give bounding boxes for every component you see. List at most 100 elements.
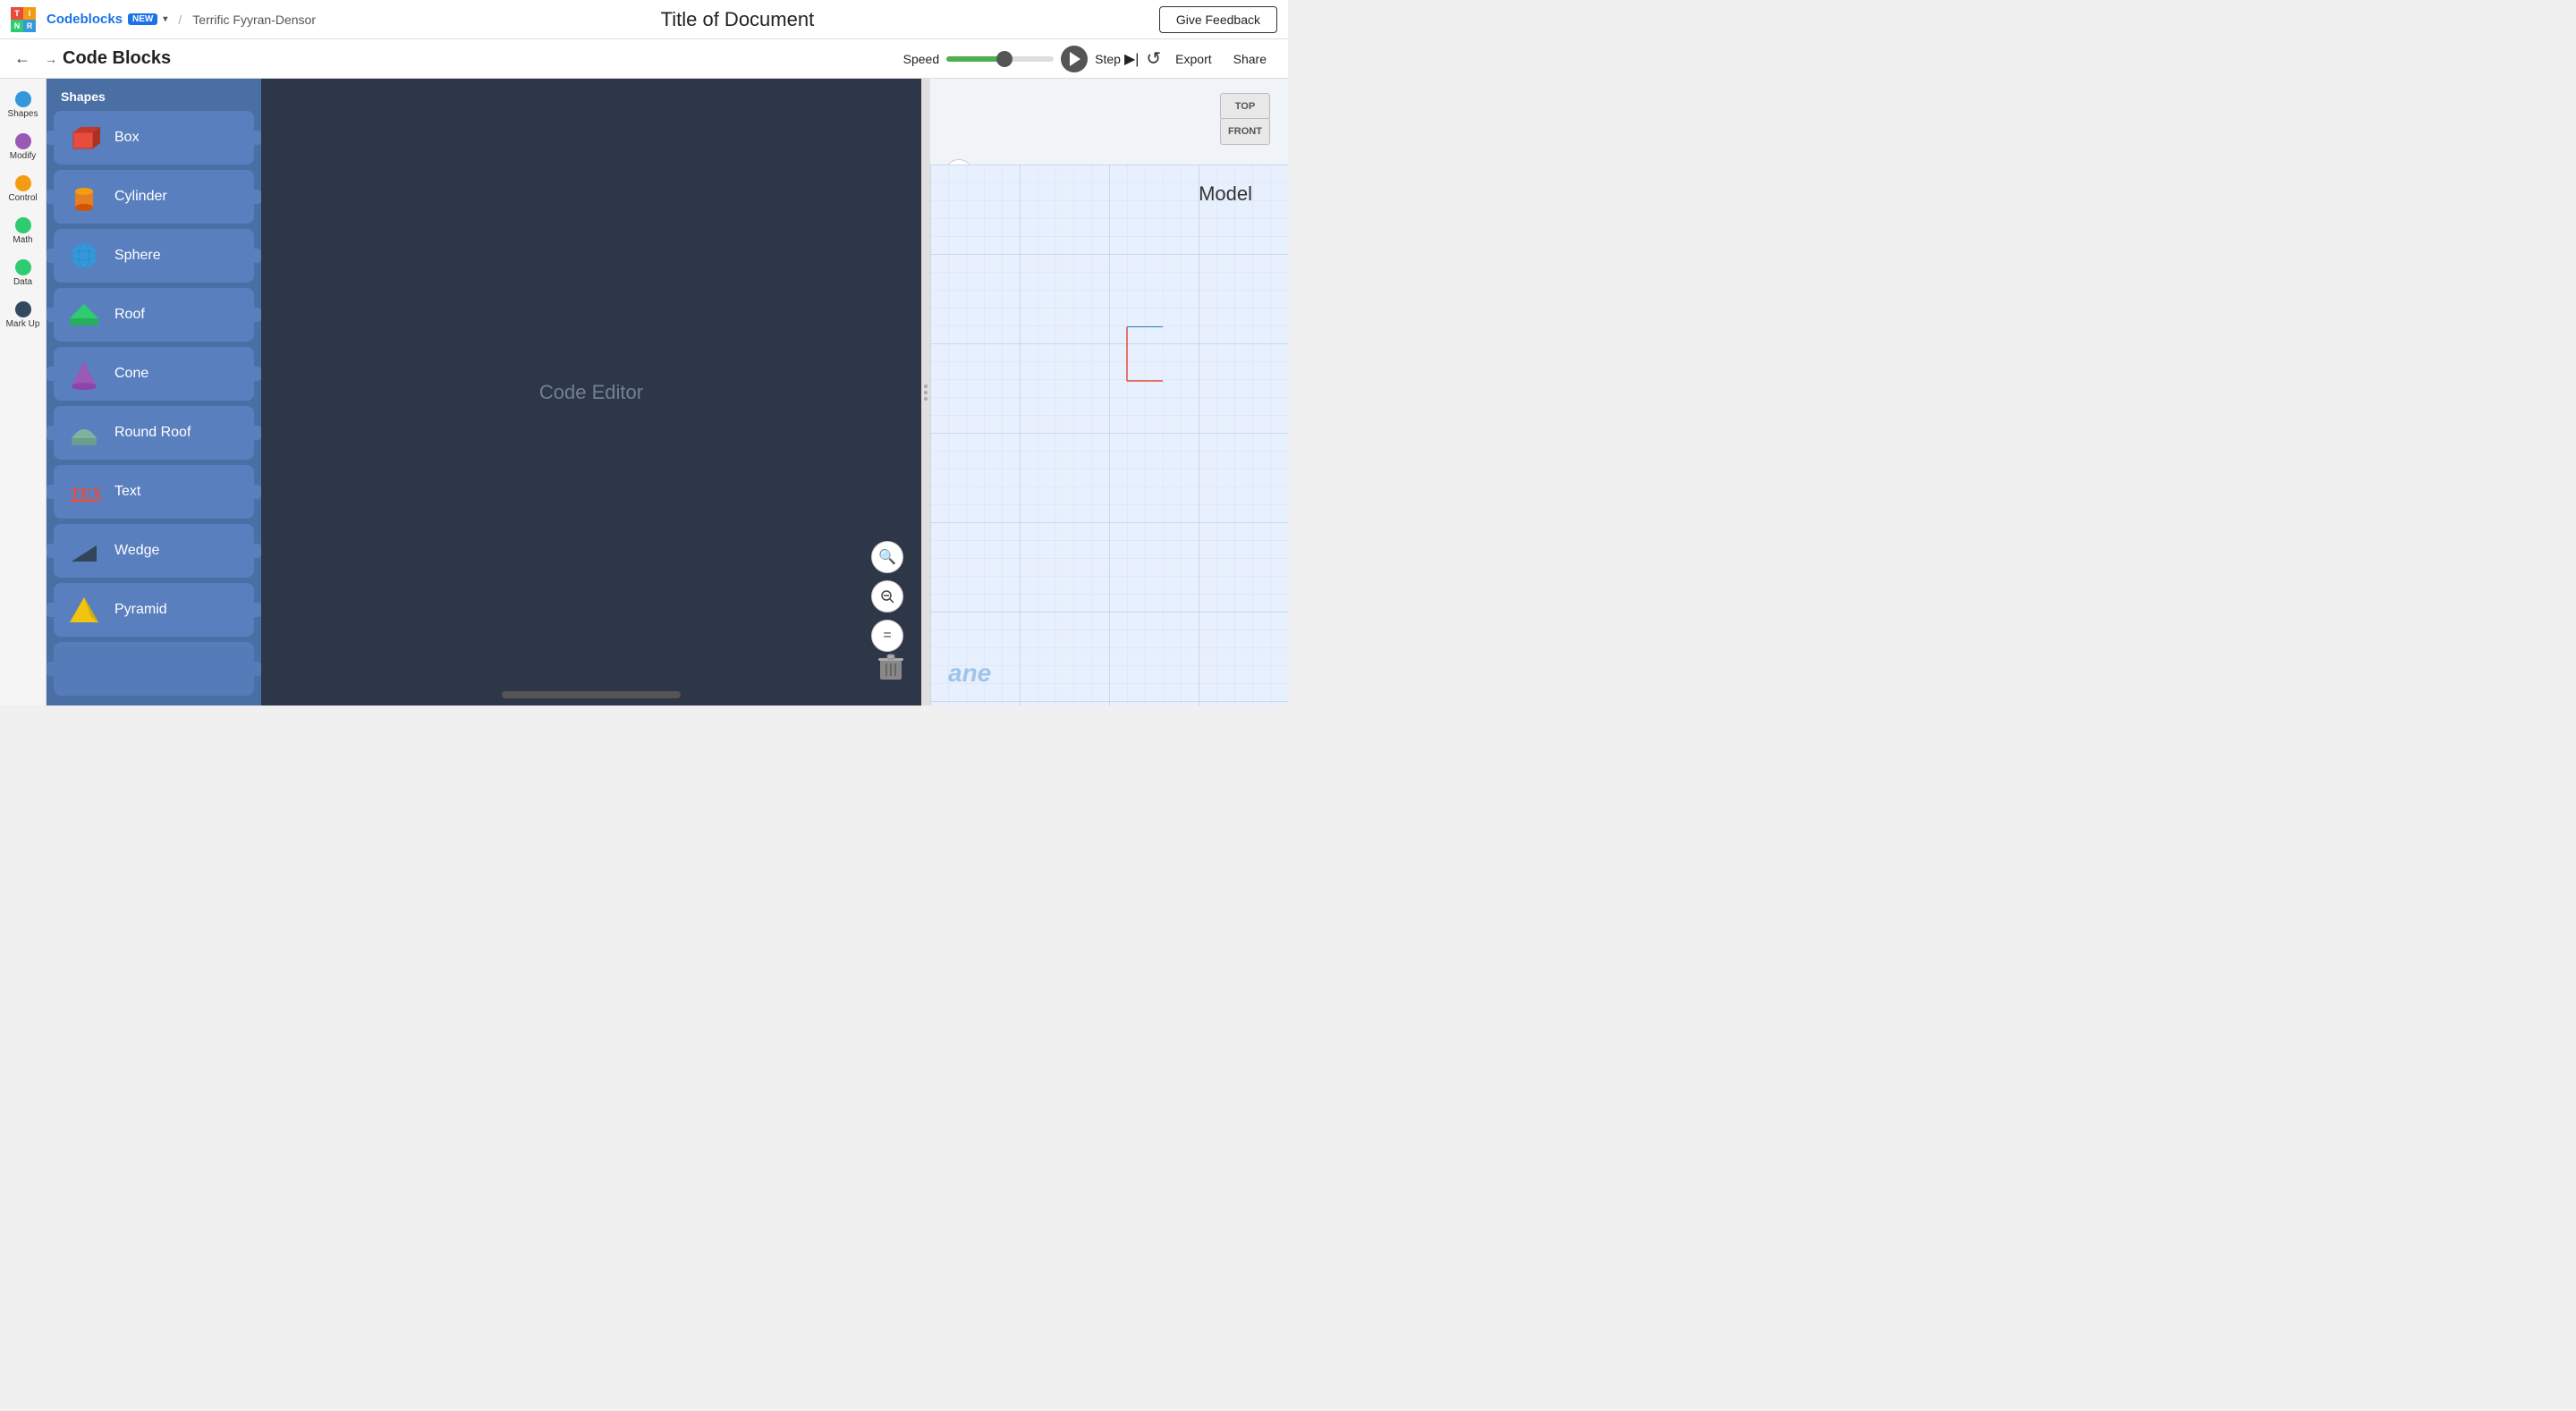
shapes-label: Shapes (8, 109, 38, 119)
extra-icon (64, 649, 104, 689)
title-text: Code Blocks (63, 48, 171, 69)
text-label: Text (114, 484, 140, 500)
project-name[interactable]: Terrific Fyyran-Densor (192, 13, 316, 27)
box-label: Box (114, 130, 140, 146)
shape-button-extra[interactable] (54, 642, 254, 696)
sidebar-item-data[interactable]: Data (2, 254, 45, 292)
markup-dot (15, 301, 31, 317)
modify-label: Modify (10, 151, 36, 161)
document-title[interactable]: Title of Document (326, 8, 1148, 31)
step-label: Step (1095, 52, 1121, 66)
view-label: ane (948, 659, 991, 688)
share-button[interactable]: Share (1226, 48, 1274, 70)
control-label: Control (8, 193, 37, 203)
give-feedback-button[interactable]: Give Feedback (1159, 6, 1277, 33)
codeblocks-label: Codeblocks (47, 12, 123, 27)
view-cube-top-face[interactable]: TOP (1220, 93, 1270, 120)
export-button[interactable]: Export (1168, 48, 1218, 70)
back-button[interactable]: ← (14, 49, 30, 68)
breadcrumb-separator: / (178, 13, 182, 27)
view-cube[interactable]: TOP FRONT (1209, 86, 1281, 157)
step-icon: ▶| (1124, 50, 1139, 68)
sidebar-item-math[interactable]: Math (2, 212, 45, 250)
logo-r: R (23, 20, 36, 32)
sidebar-item-control[interactable]: Control (2, 170, 45, 208)
play-icon (1070, 52, 1080, 66)
data-label: Data (13, 277, 32, 287)
shapes-header: Shapes (54, 86, 254, 111)
sidebar-item-modify[interactable]: Modify (2, 128, 45, 166)
editor-zoom-controls: 🔍 = (871, 541, 903, 652)
shape-button-cone[interactable]: Cone (54, 347, 254, 401)
shape-button-round-roof[interactable]: Round Roof (54, 406, 254, 460)
speed-section: Speed Step ▶| ↺ Export Share (903, 46, 1274, 72)
markup-label: Mark Up (6, 319, 40, 329)
trash-icon (878, 653, 903, 681)
3d-viewport: TOP FRONT + − ⌂ (930, 79, 1288, 706)
shape-button-cylinder[interactable]: Cylinder (54, 170, 254, 224)
editor-fit-button[interactable]: = (871, 620, 903, 652)
data-dot (15, 259, 31, 275)
shape-button-box[interactable]: Box (54, 111, 254, 165)
viewport-top-controls: TOP FRONT (930, 79, 1288, 165)
shape-button-roof[interactable]: Roof (54, 288, 254, 342)
sidebar-item-markup[interactable]: Mark Up (2, 296, 45, 334)
editor-zoom-out-button[interactable] (871, 580, 903, 613)
sphere-icon (64, 236, 104, 275)
editor-zoom-in-button[interactable]: 🔍 (871, 541, 903, 573)
toolbar: ← → Code Blocks Speed Step ▶| ↺ Export S… (0, 39, 1288, 79)
code-editor-area[interactable]: Code Editor 🔍 = (261, 79, 921, 706)
shape-button-text[interactable]: TEXT Text (54, 465, 254, 519)
cone-label: Cone (114, 366, 148, 382)
new-badge: NEW (128, 13, 157, 25)
modify-dot (15, 133, 31, 149)
shape-button-pyramid[interactable]: Pyramid (54, 583, 254, 637)
panel-divider[interactable] (921, 79, 930, 706)
box-icon (64, 118, 104, 157)
zoom-out-icon (880, 589, 894, 604)
round-roof-label: Round Roof (114, 425, 191, 441)
model-label: Model (1199, 182, 1252, 206)
pyramid-label: Pyramid (114, 602, 167, 618)
text-shape-icon: TEXT (64, 472, 104, 511)
shapes-dot (15, 91, 31, 107)
arrow-icon: → (45, 52, 57, 66)
zoom-in-icon: 🔍 (878, 548, 896, 566)
pyramid-icon (64, 590, 104, 629)
sphere-label: Sphere (114, 248, 161, 264)
math-label: Math (13, 235, 32, 245)
topbar: T I N R Codeblocks NEW ▾ / Terrific Fyyr… (0, 0, 1288, 39)
sidebar-item-shapes[interactable]: Shapes (2, 86, 45, 124)
wedge-icon (64, 531, 104, 570)
step-button[interactable]: Step ▶| (1095, 50, 1139, 68)
play-button[interactable] (1061, 46, 1088, 72)
shapes-panel: Shapes Box Cylinder (47, 79, 261, 706)
code-blocks-title: → Code Blocks (45, 48, 171, 69)
cone-icon (64, 354, 104, 393)
reset-button[interactable]: ↺ (1146, 47, 1161, 70)
grid-area[interactable]: Model ane (930, 165, 1288, 706)
math-dot (15, 217, 31, 233)
code-editor-placeholder: Code Editor (539, 381, 643, 404)
logo-n: N (11, 20, 23, 32)
speed-label: Speed (903, 52, 939, 66)
shape-button-sphere[interactable]: Sphere (54, 229, 254, 283)
round-roof-icon (64, 413, 104, 452)
grid-svg (930, 165, 1288, 706)
speed-slider[interactable] (946, 56, 1054, 62)
logo-t: T (11, 7, 23, 20)
shape-button-wedge[interactable]: Wedge (54, 524, 254, 578)
codeblocks-button[interactable]: Codeblocks NEW ▾ (47, 12, 167, 27)
cylinder-icon (64, 177, 104, 216)
divider-handle (924, 384, 928, 401)
control-dot (15, 175, 31, 191)
categories-sidebar: Shapes Modify Control Math Data Mark Up (0, 79, 47, 706)
roof-label: Roof (114, 307, 145, 323)
logo: T I N R (11, 7, 36, 32)
chevron-down-icon: ▾ (163, 14, 167, 24)
trash-button[interactable] (878, 653, 903, 688)
editor-scrollbar[interactable] (502, 691, 681, 698)
view-cube-front-face[interactable]: FRONT (1220, 118, 1270, 145)
cylinder-label: Cylinder (114, 189, 167, 205)
roof-icon (64, 295, 104, 334)
